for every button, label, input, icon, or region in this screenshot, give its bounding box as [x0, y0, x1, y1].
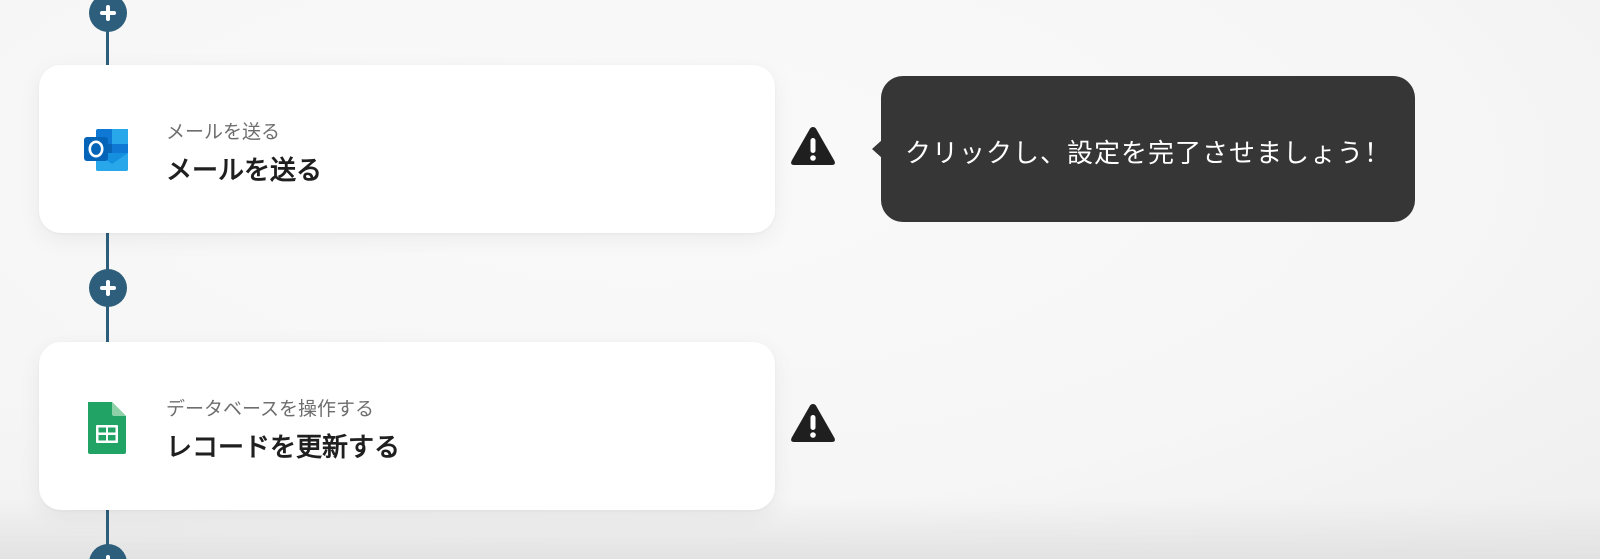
step-card-update-record[interactable]: データベースを操作する レコードを更新する — [39, 342, 775, 510]
setup-tooltip: クリックし、設定を完了させましょう！ — [872, 76, 1415, 222]
outlook-icon — [82, 123, 132, 179]
step-subtitle: メールを送る — [166, 121, 281, 143]
add-step-button[interactable] — [89, 544, 127, 559]
step-card-send-mail[interactable]: メールを送る メールを送る — [39, 65, 775, 233]
google-sheets-icon — [82, 400, 132, 456]
add-step-button[interactable] — [89, 0, 127, 32]
step-title: レコードを更新する — [166, 433, 401, 463]
tooltip-text: クリックし、設定を完了させましょう！ — [905, 139, 1392, 169]
step-title: メールを送る — [166, 156, 323, 186]
step-subtitle: データベースを操作する — [166, 398, 375, 420]
add-step-button[interactable] — [89, 269, 127, 307]
warning-icon[interactable] — [789, 124, 837, 168]
warning-icon[interactable] — [789, 401, 837, 445]
